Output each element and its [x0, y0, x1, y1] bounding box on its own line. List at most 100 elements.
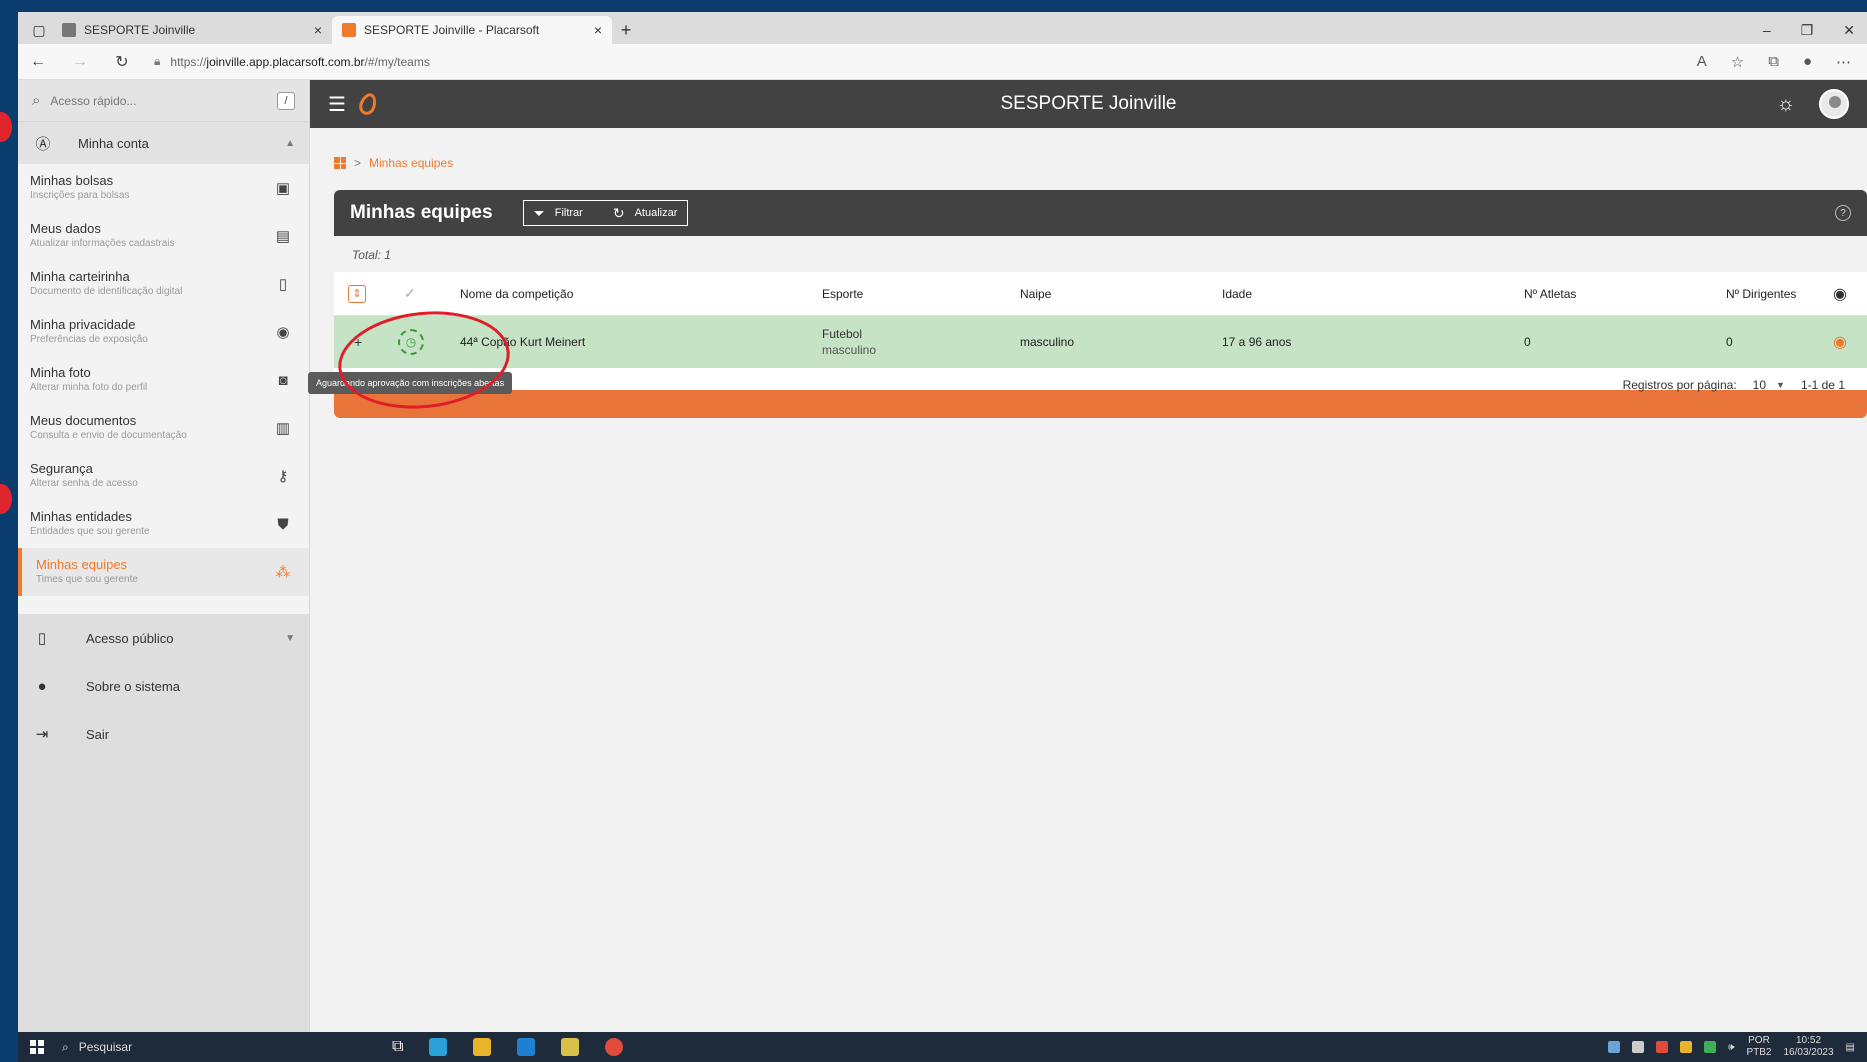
- volume-icon[interactable]: 🕪︎: [1728, 1042, 1734, 1053]
- column-header-sport[interactable]: Esporte: [822, 287, 863, 301]
- favorites-star-icon[interactable]: ☆: [1731, 53, 1744, 71]
- sidebar-item-sub: Alterar senha de acesso: [30, 478, 138, 489]
- taskbar-clock[interactable]: 10:52 16/03/2023: [1783, 1035, 1833, 1059]
- account-circle-icon: Ⓐ: [35, 135, 51, 153]
- column-header-age[interactable]: Idade: [1222, 287, 1252, 301]
- browser-tab[interactable]: SESPORTE Joinville ×: [52, 16, 332, 44]
- windows-start-icon[interactable]: [30, 1040, 44, 1054]
- forward-button[interactable]: →: [70, 53, 90, 71]
- help-icon[interactable]: ?: [1835, 205, 1851, 221]
- read-aloud-icon[interactable]: A: [1697, 53, 1707, 71]
- sidebar-item-label: Minhas entidades: [30, 509, 132, 524]
- restore-button[interactable]: ❐: [1801, 22, 1814, 39]
- collections-icon[interactable]: ⧉: [1768, 53, 1779, 71]
- taskbar-search-label: Pesquisar: [78, 1040, 133, 1054]
- minimize-button[interactable]: –: [1763, 22, 1771, 38]
- profile-icon[interactable]: ●: [1803, 53, 1812, 71]
- sidebar-item-sub: Atualizar informações cadastrais: [30, 238, 175, 249]
- edge-icon[interactable]: [429, 1038, 448, 1056]
- taskbar-search[interactable]: ⌕ Pesquisar: [62, 1040, 382, 1055]
- page-title: Minhas equipes: [350, 202, 493, 223]
- app: ⌕ / Ⓐ Minha conta ▲ Minhas bolsas Inscriç…: [18, 80, 1867, 1032]
- about-label: Sobre o sistema: [86, 678, 180, 694]
- sidebar-item-entidades[interactable]: Minhas entidades Entidades que sou gerent…: [18, 500, 309, 548]
- view-team-icon[interactable]: ◉: [1833, 332, 1847, 352]
- home-icon[interactable]: [334, 157, 346, 169]
- refresh-button[interactable]: ↻ Atualizar: [613, 205, 678, 222]
- language-indicator[interactable]: POR PTB2: [1746, 1035, 1771, 1059]
- browser-tab-active[interactable]: SESPORTE Joinville - Placarsoft ×: [332, 16, 612, 44]
- sidebar-item-logout[interactable]: ⇥ Sair: [18, 710, 309, 758]
- expand-row-icon[interactable]: +: [354, 334, 362, 350]
- refresh-label: Atualizar: [634, 207, 678, 219]
- sidebar-item-carteirinha[interactable]: Minha carteirinha Documento de identifica…: [18, 260, 309, 308]
- cell-sport: Futebol masculino: [822, 326, 876, 358]
- chrome-icon[interactable]: [605, 1038, 624, 1056]
- store-icon[interactable]: [473, 1038, 492, 1056]
- account-group-header[interactable]: Ⓐ Minha conta ▲: [18, 122, 309, 164]
- close-window-button[interactable]: ✕: [1843, 22, 1855, 39]
- url-field[interactable]: 🔒︎ https://joinville.app.placarsoft.com.…: [154, 54, 1675, 69]
- status-tooltip: Aguardando aprovação com inscrições aber…: [308, 372, 513, 394]
- breadcrumb: > Minhas equipes: [334, 156, 453, 170]
- sidebar-item-bolsas[interactable]: Minhas bolsas Inscrições para bolsas ▣: [18, 164, 309, 212]
- avatar[interactable]: [1819, 89, 1849, 119]
- sidebar-item-foto[interactable]: Minha foto Alterar minha foto do perfil ◙: [18, 356, 309, 404]
- tray-app-icon[interactable]: [1632, 1041, 1645, 1053]
- sidebar-item-sub: Consulta e envio de documentação: [30, 430, 187, 441]
- favicon-icon: [62, 23, 76, 37]
- sidebar-item-documentos[interactable]: Meus documentos Consulta e envio de docum…: [18, 404, 309, 452]
- key-icon: ⚷: [277, 468, 289, 485]
- sidebar-item-privacidade[interactable]: Minha privacidade Preferências de exposiç…: [18, 308, 309, 356]
- annotation-dot: [0, 112, 12, 142]
- system-tray: 🕪︎ POR PTB2 10:52 16/03/2023 ▤: [1608, 1035, 1855, 1059]
- task-view-icon[interactable]: ⧉: [392, 1038, 403, 1056]
- document-icon: ▥: [275, 420, 291, 437]
- shield-icon: ⛊: [277, 515, 289, 533]
- search-icon: ⌕: [62, 1039, 69, 1054]
- tray-app-icon[interactable]: [1704, 1041, 1717, 1053]
- theme-toggle-icon[interactable]: ☼: [1777, 93, 1795, 116]
- columns-visibility-icon[interactable]: ◉: [1833, 284, 1847, 304]
- teams-table: ⇕ ✓ Nome da competição Esporte Naipe Ida…: [308, 272, 1867, 418]
- table-header-row: ⇕ ✓ Nome da competição Esporte Naipe Ida…: [334, 272, 1867, 316]
- table-row[interactable]: + ◷ 44ª Copão Kurt Meinert Futebol mascu…: [334, 316, 1867, 368]
- column-header-athletes[interactable]: Nº Atletas: [1524, 287, 1576, 301]
- tab-close-icon[interactable]: ×: [594, 22, 602, 38]
- quick-access-input[interactable]: [50, 93, 267, 108]
- tab-actions-icon[interactable]: ▢: [26, 16, 52, 44]
- account-group-label: Minha conta: [78, 135, 149, 151]
- sidebar-item-seguranca[interactable]: Segurança Alterar senha de acesso ⚷: [18, 452, 309, 500]
- new-tab-button[interactable]: +: [612, 16, 640, 44]
- tray-app-icon[interactable]: [1656, 1041, 1669, 1053]
- tray-app-icon[interactable]: [1680, 1041, 1693, 1053]
- sidebar-item-meus-dados[interactable]: Meus dados Atualizar informações cadastra…: [18, 212, 309, 260]
- notifications-icon[interactable]: ▤: [1846, 1042, 1855, 1053]
- app-logo-icon[interactable]: [356, 90, 380, 118]
- pending-clock-icon[interactable]: ◷: [398, 329, 424, 355]
- cell-athletes: 0: [1524, 335, 1531, 349]
- sidebar-item-equipes[interactable]: Minhas equipes Times que sou gerente ⁂: [18, 548, 309, 596]
- screen: ▢ SESPORTE Joinville × SESPORTE Joinvill…: [18, 12, 1867, 1062]
- sidebar-item-label: Segurança: [30, 461, 93, 476]
- team-icon: ⁂: [275, 564, 291, 581]
- tab-close-icon[interactable]: ×: [314, 22, 322, 38]
- mail-icon[interactable]: [517, 1038, 536, 1056]
- quick-access-search: ⌕ /: [18, 80, 309, 122]
- breadcrumb-current[interactable]: Minhas equipes: [369, 156, 453, 170]
- expand-all-icon[interactable]: ⇕: [348, 284, 366, 303]
- column-header-competition[interactable]: Nome da competição: [460, 287, 573, 301]
- menu-icon[interactable]: ☰: [328, 92, 346, 117]
- language-code: POR: [1748, 1035, 1770, 1046]
- filter-button[interactable]: ⏷ Filtrar: [534, 205, 583, 222]
- column-header-gender[interactable]: Naipe: [1020, 287, 1051, 301]
- more-icon[interactable]: ⋯: [1836, 53, 1851, 71]
- sidebar-item-public-access[interactable]: ▯ Acesso público ▼: [18, 614, 309, 662]
- sidebar-item-about[interactable]: ● Sobre o sistema: [18, 662, 309, 710]
- tray-app-icon[interactable]: [1608, 1041, 1621, 1053]
- rows-per-page-select[interactable]: 10 ▼: [1753, 378, 1785, 392]
- column-header-managers[interactable]: Nº Dirigentes: [1726, 287, 1796, 301]
- explorer-icon[interactable]: [561, 1038, 580, 1056]
- reload-button[interactable]: ↻: [112, 52, 132, 72]
- back-button[interactable]: ←: [28, 53, 48, 71]
